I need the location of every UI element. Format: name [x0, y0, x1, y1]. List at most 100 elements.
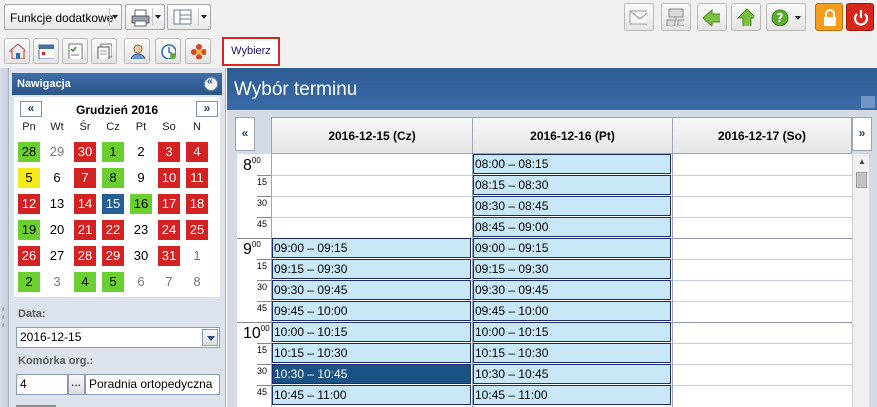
- time-slot[interactable]: 08:00 – 08:15: [473, 154, 671, 174]
- calendar-day[interactable]: 15: [102, 194, 124, 214]
- time-slot[interactable]: 09:45 – 10:00: [473, 301, 671, 321]
- calendar-day[interactable]: 5: [18, 168, 40, 188]
- documents-button[interactable]: [91, 38, 117, 64]
- vertical-scrollbar[interactable]: ▲: [852, 154, 869, 407]
- back-button[interactable]: [697, 3, 727, 31]
- calendar-day[interactable]: 13: [46, 194, 68, 214]
- calendar-day[interactable]: 30: [74, 142, 96, 162]
- scroll-up-icon[interactable]: ▲: [858, 157, 866, 166]
- prev-days-button[interactable]: «: [235, 117, 255, 151]
- calendar-day[interactable]: 11: [186, 168, 208, 188]
- org-unit-name-field[interactable]: Poradnia ortopedyczna: [85, 374, 220, 395]
- calendar-day[interactable]: 17: [158, 194, 180, 214]
- up-button[interactable]: [731, 3, 761, 31]
- calendar-icon: [38, 44, 54, 59]
- calendar-day[interactable]: 18: [186, 194, 208, 214]
- date-field[interactable]: 2016-12-15: [16, 327, 220, 348]
- calendar-day[interactable]: 3: [46, 272, 68, 292]
- grid-line: [673, 385, 852, 386]
- calendar-day[interactable]: 19: [18, 220, 40, 240]
- time-slot[interactable]: 08:30 – 08:45: [473, 196, 671, 216]
- clock-button[interactable]: [155, 38, 181, 64]
- time-slot[interactable]: 10:30 – 10:45: [272, 364, 471, 384]
- calendar-day[interactable]: 9: [130, 168, 152, 188]
- calendar-day[interactable]: 4: [74, 272, 96, 292]
- calendar-day[interactable]: 30: [130, 246, 152, 266]
- calendar-day[interactable]: 10: [158, 168, 180, 188]
- calendar-day[interactable]: 31: [158, 246, 180, 266]
- nav-collapse-strip[interactable]: ‹ ‹ ‹: [0, 68, 9, 407]
- next-month-button[interactable]: »: [196, 101, 218, 117]
- calendar-day[interactable]: 7: [74, 168, 96, 188]
- calendar-day[interactable]: 25: [186, 220, 208, 240]
- calendar-day[interactable]: 21: [74, 220, 96, 240]
- minute-line: [257, 259, 272, 260]
- calendar-day[interactable]: 8: [102, 168, 124, 188]
- checklist-button[interactable]: [62, 38, 88, 64]
- time-slot[interactable]: 10:45 – 11:00: [473, 385, 671, 405]
- calendar-day[interactable]: 4: [186, 142, 208, 162]
- calendar-day[interactable]: 16: [130, 194, 152, 214]
- calendar-button[interactable]: [33, 38, 59, 64]
- org-unit-code-field[interactable]: 4: [16, 374, 68, 395]
- calendar-day[interactable]: 1: [186, 246, 208, 266]
- time-slot[interactable]: 10:15 – 10:30: [272, 343, 471, 363]
- prev-month-button[interactable]: «: [20, 101, 42, 117]
- time-slot[interactable]: 10:00 – 10:15: [473, 322, 671, 342]
- time-slot[interactable]: 09:00 – 09:15: [473, 238, 671, 258]
- power-button[interactable]: [846, 3, 874, 31]
- time-slot[interactable]: 10:00 – 10:15: [272, 322, 471, 342]
- calendar-day[interactable]: 24: [158, 220, 180, 240]
- calendar-day[interactable]: 22: [102, 220, 124, 240]
- help-button[interactable]: ?: [766, 3, 806, 31]
- minute-label: 15: [257, 261, 268, 271]
- time-slot[interactable]: 10:45 – 11:00: [272, 385, 471, 405]
- org-unit-browse-button[interactable]: ...: [68, 374, 85, 395]
- calendar-day[interactable]: 26: [18, 246, 40, 266]
- time-slot[interactable]: 08:15 – 08:30: [473, 175, 671, 195]
- scroll-thumb[interactable]: [856, 172, 867, 188]
- network-button[interactable]: [661, 3, 691, 31]
- calendar-day[interactable]: 29: [102, 246, 124, 266]
- time-slot[interactable]: 09:00 – 09:15: [272, 238, 471, 258]
- calendar-day[interactable]: 28: [18, 142, 40, 162]
- time-slot[interactable]: 09:45 – 10:00: [272, 301, 471, 321]
- time-slot[interactable]: 08:45 – 09:00: [473, 217, 671, 237]
- calendar-day[interactable]: 27: [46, 246, 68, 266]
- flower-button[interactable]: [185, 38, 211, 64]
- time-slot[interactable]: 10:30 – 10:45: [473, 364, 671, 384]
- calendar-day[interactable]: 8: [186, 272, 208, 292]
- select-button[interactable]: Wybierz: [222, 37, 280, 66]
- minute-label: 30: [257, 282, 268, 292]
- date-dropdown-button[interactable]: [202, 329, 218, 346]
- grid-line: [673, 238, 852, 239]
- patient-button[interactable]: [124, 38, 150, 64]
- calendar-day[interactable]: 23: [130, 220, 152, 240]
- calendar-day[interactable]: 29: [46, 142, 68, 162]
- home-button[interactable]: [4, 38, 30, 64]
- calendar-day[interactable]: 7: [158, 272, 180, 292]
- functions-dropdown[interactable]: Funkcje dodatkowe: [4, 4, 122, 30]
- mail-button[interactable]: [624, 3, 654, 31]
- calendar-day[interactable]: 3: [158, 142, 180, 162]
- print-dropdown[interactable]: [125, 4, 165, 30]
- calendar-day[interactable]: 12: [18, 194, 40, 214]
- next-days-button[interactable]: »: [852, 117, 872, 151]
- time-slot[interactable]: 09:30 – 09:45: [473, 280, 671, 300]
- time-slot[interactable]: 09:30 – 09:45: [272, 280, 471, 300]
- time-slot[interactable]: 09:15 – 09:30: [272, 259, 471, 279]
- calendar-day[interactable]: 2: [18, 272, 40, 292]
- collapse-button[interactable]: «: [204, 76, 218, 91]
- calendar-day[interactable]: 28: [74, 246, 96, 266]
- lock-button[interactable]: [815, 3, 843, 31]
- calendar-day[interactable]: 1: [102, 142, 124, 162]
- calendar-day[interactable]: 20: [46, 220, 68, 240]
- calendar-day[interactable]: 6: [130, 272, 152, 292]
- calendar-day[interactable]: 6: [46, 168, 68, 188]
- calendar-day[interactable]: 5: [102, 272, 124, 292]
- calendar-day[interactable]: 2: [130, 142, 152, 162]
- time-slot[interactable]: 10:15 – 10:30: [473, 343, 671, 363]
- calendar-day[interactable]: 14: [74, 194, 96, 214]
- time-slot[interactable]: 09:15 – 09:30: [473, 259, 671, 279]
- layout-dropdown[interactable]: [167, 4, 211, 30]
